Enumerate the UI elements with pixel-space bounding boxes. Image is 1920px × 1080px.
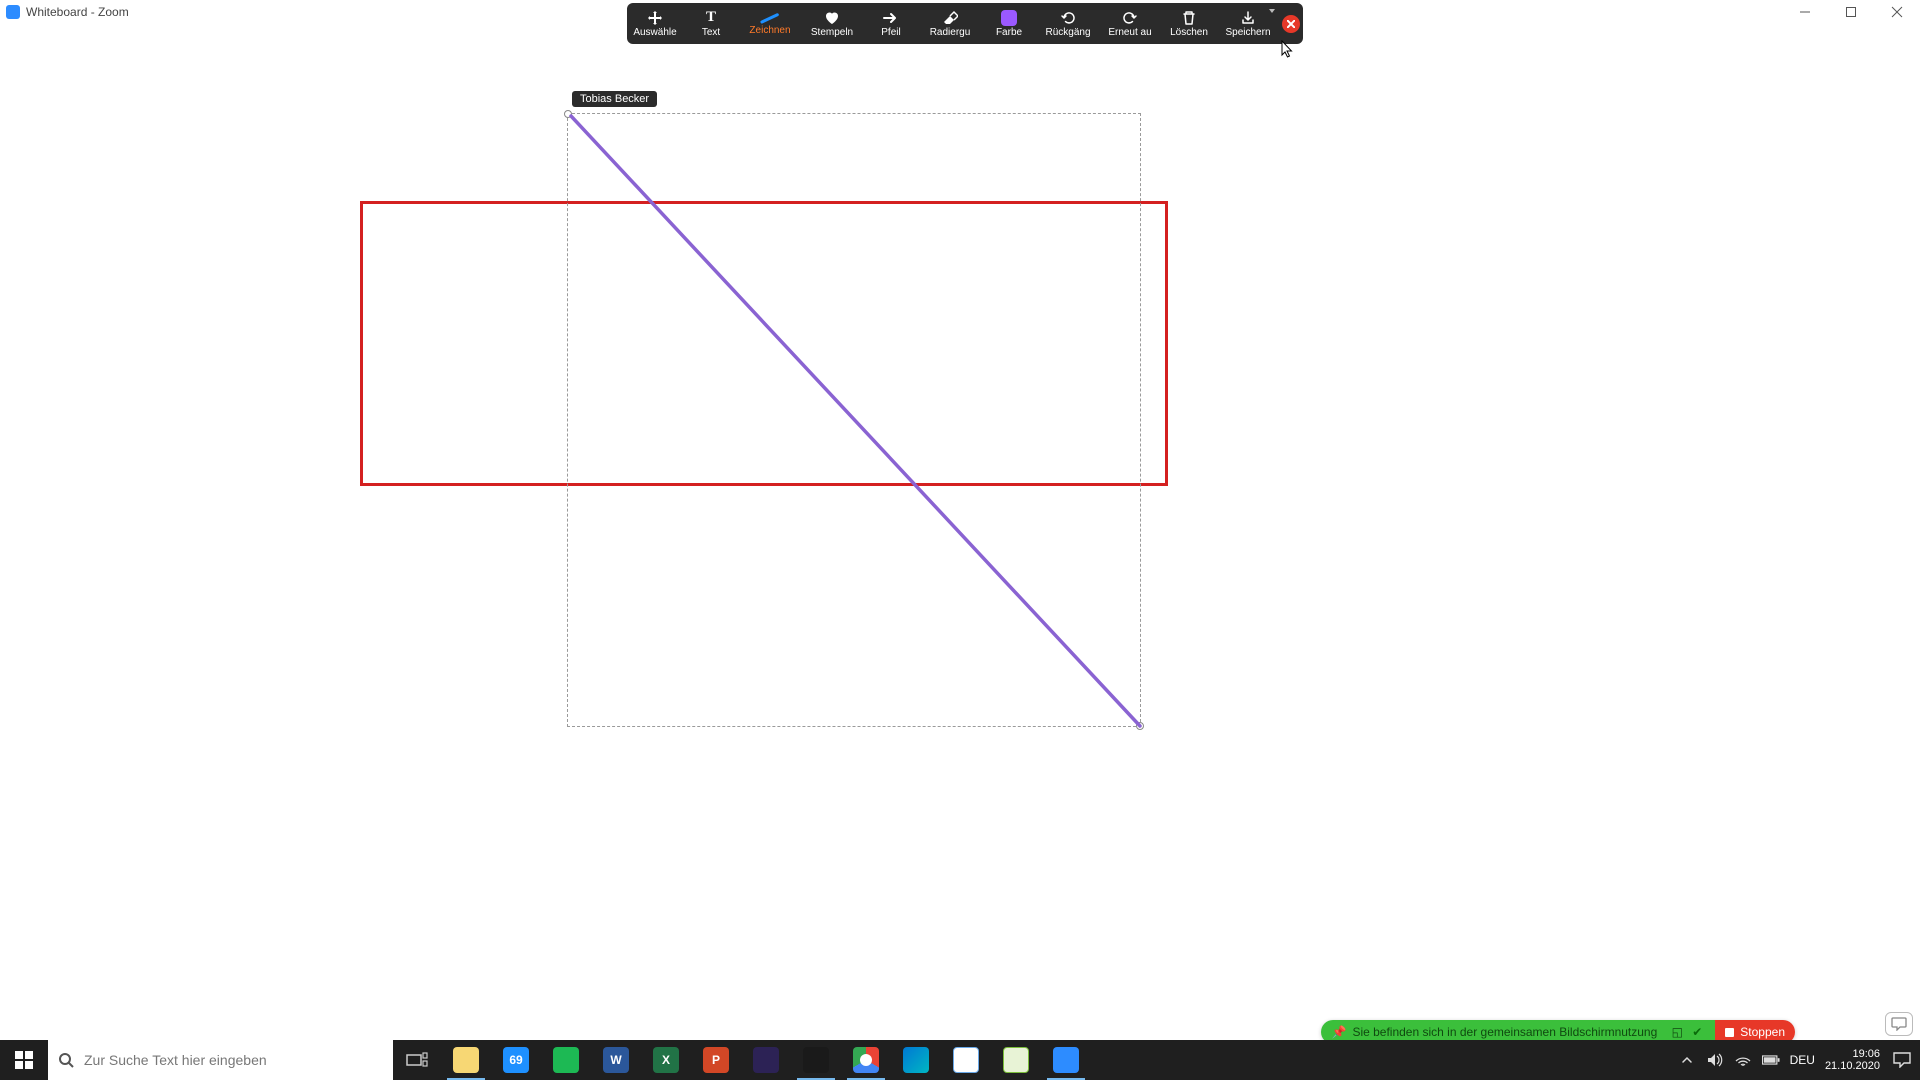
tool-stamp[interactable]: Stempeln: [801, 3, 863, 44]
taskbar-app-obs[interactable]: [791, 1040, 841, 1080]
tool-clear-label: Löschen: [1170, 28, 1208, 38]
taskbar-app-powerpoint[interactable]: P: [691, 1040, 741, 1080]
tool-redo-label: Erneut au: [1108, 28, 1151, 38]
tool-text[interactable]: T Text: [683, 3, 739, 44]
action-center-button[interactable]: [1890, 1048, 1914, 1072]
tool-redo[interactable]: Erneut au: [1099, 3, 1161, 44]
whiteboard-canvas[interactable]: Tobias Becker: [0, 24, 1920, 1050]
redo-icon: [1122, 10, 1138, 26]
windows-logo-icon: [15, 1051, 33, 1069]
reactions-button[interactable]: [1885, 1012, 1913, 1036]
tool-draw[interactable]: Zeichnen: [739, 3, 801, 44]
taskbar-app-mail[interactable]: 69: [491, 1040, 541, 1080]
taskbar-app-zoom[interactable]: [1041, 1040, 1091, 1080]
share-view-icon[interactable]: ◱: [1669, 1024, 1685, 1040]
tray-language[interactable]: DEU: [1790, 1053, 1815, 1067]
window-minimize-button[interactable]: [1782, 0, 1828, 24]
system-tray: DEU 19:06 21.10.2020: [1672, 1040, 1920, 1080]
taskbar-search-placeholder: Zur Suche Text hier eingeben: [84, 1052, 267, 1068]
drawing-diagonal-line: [566, 112, 1146, 730]
tool-stamp-label: Stempeln: [811, 28, 853, 38]
taskbar-app-word[interactable]: W: [591, 1040, 641, 1080]
tool-eraser[interactable]: Radiergu: [919, 3, 981, 44]
color-swatch-icon: [1001, 10, 1017, 26]
notification-icon: [1893, 1052, 1911, 1068]
tool-color[interactable]: Farbe: [981, 3, 1037, 44]
taskbar-app-spotify[interactable]: [541, 1040, 591, 1080]
chevron-down-icon: [1269, 9, 1275, 13]
tray-overflow-button[interactable]: [1678, 1051, 1696, 1069]
annotation-author-tag: Tobias Becker: [572, 91, 657, 107]
tray-time: 19:06: [1825, 1048, 1880, 1060]
stop-icon: [1725, 1028, 1734, 1037]
screen-share-text: Sie befinden sich in der gemeinsamen Bil…: [1352, 1025, 1657, 1039]
tool-save[interactable]: Speichern: [1217, 3, 1279, 44]
search-icon: [58, 1052, 74, 1068]
taskbar-app-chrome[interactable]: [841, 1040, 891, 1080]
tool-save-label: Speichern: [1225, 28, 1270, 38]
mouse-cursor-icon: [1281, 40, 1295, 60]
tray-network-icon[interactable]: [1734, 1051, 1752, 1069]
tray-volume-icon[interactable]: [1706, 1051, 1724, 1069]
mail-badge: 69: [509, 1053, 522, 1067]
taskbar-app-explorer[interactable]: [441, 1040, 491, 1080]
tool-arrow-label: Pfeil: [881, 28, 900, 38]
undo-icon: [1060, 10, 1076, 26]
taskbar-app-eclipse[interactable]: [741, 1040, 791, 1080]
window-maximize-button[interactable]: [1828, 0, 1874, 24]
taskbar-search[interactable]: Zur Suche Text hier eingeben: [48, 1040, 393, 1080]
heart-icon: [824, 10, 840, 26]
window-controls: [1782, 0, 1920, 24]
stop-share-label: Stoppen: [1740, 1025, 1785, 1039]
close-icon: [1287, 20, 1295, 28]
taskbar-app-edge[interactable]: [891, 1040, 941, 1080]
tool-color-label: Farbe: [996, 28, 1022, 38]
tool-eraser-label: Radiergu: [930, 28, 971, 38]
tray-battery-icon[interactable]: [1762, 1051, 1780, 1069]
window-close-button[interactable]: [1874, 0, 1920, 24]
tool-arrow[interactable]: Pfeil: [863, 3, 919, 44]
share-check-icon[interactable]: ✔: [1689, 1024, 1705, 1040]
tool-select[interactable]: Auswähle: [627, 3, 683, 44]
pin-icon: 📌: [1331, 1025, 1346, 1039]
taskbar-app-notepad[interactable]: [941, 1040, 991, 1080]
zoom-app-icon: [6, 5, 20, 19]
tool-undo-label: Rückgäng: [1045, 28, 1090, 38]
draw-icon: [761, 12, 779, 24]
eraser-icon: [942, 10, 958, 26]
task-view-icon: [406, 1052, 428, 1068]
trash-icon: [1181, 10, 1197, 26]
window-title: Whiteboard - Zoom: [26, 5, 129, 19]
tool-draw-label: Zeichnen: [749, 26, 790, 36]
move-icon: [647, 10, 663, 26]
speech-bubble-icon: [1891, 1017, 1907, 1031]
tool-text-label: Text: [702, 28, 720, 38]
taskbar-apps: 69 W X P: [441, 1040, 1091, 1080]
taskbar-app-notepadpp[interactable]: [991, 1040, 1041, 1080]
save-icon: [1240, 10, 1256, 26]
arrow-icon: [883, 10, 899, 26]
tray-clock[interactable]: 19:06 21.10.2020: [1825, 1048, 1880, 1072]
tool-clear[interactable]: Löschen: [1161, 3, 1217, 44]
tool-select-label: Auswähle: [633, 28, 676, 38]
toolbar-close-button[interactable]: [1279, 3, 1303, 44]
tray-date: 21.10.2020: [1825, 1060, 1880, 1072]
start-button[interactable]: [0, 1040, 48, 1080]
taskbar-app-excel[interactable]: X: [641, 1040, 691, 1080]
text-icon: T: [706, 9, 716, 26]
annotation-toolbar: Auswähle T Text Zeichnen Stempeln Pfeil …: [627, 3, 1303, 44]
windows-taskbar: Zur Suche Text hier eingeben 69 W X P: [0, 1040, 1920, 1080]
tool-undo[interactable]: Rückgäng: [1037, 3, 1099, 44]
task-view-button[interactable]: [393, 1040, 441, 1080]
